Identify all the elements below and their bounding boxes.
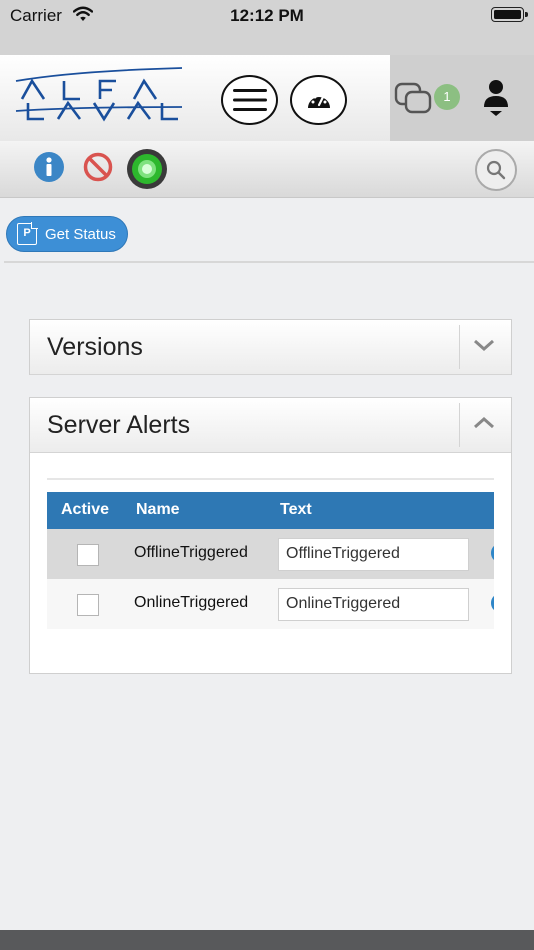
divider [459, 325, 460, 369]
pdf-document-icon: P [17, 222, 38, 245]
versions-title: Versions [47, 333, 143, 361]
active-checkbox[interactable] [77, 544, 99, 566]
dashboard-button[interactable] [290, 75, 347, 125]
status-ok-icon[interactable] [126, 148, 168, 195]
divider [4, 261, 534, 263]
speedometer-icon [307, 93, 330, 108]
notification-badge[interactable]: 1 [434, 84, 460, 110]
table-header: Active Name Text [47, 492, 494, 529]
divider [47, 478, 494, 480]
versions-panel-header[interactable]: Versions [30, 320, 511, 375]
info-icon[interactable] [33, 151, 65, 188]
alerts-table: Active Name Text OfflineTriggered Offlin… [47, 481, 494, 629]
server-alerts-panel: Server Alerts Active Name Text OfflineTr… [29, 397, 512, 674]
chevron-down-icon[interactable] [473, 337, 495, 358]
row-action-icon[interactable] [491, 595, 494, 611]
menu-button[interactable] [221, 75, 278, 125]
alert-text-field[interactable]: OnlineTriggered [278, 588, 469, 621]
hamburger-menu-icon [232, 89, 267, 111]
versions-panel: Versions [29, 319, 512, 375]
divider [459, 403, 460, 447]
alfa-laval-logo [14, 67, 184, 130]
toolbar [0, 141, 534, 198]
alert-name: OfflineTriggered [134, 544, 248, 561]
battery-icon [491, 7, 528, 22]
table-row: OfflineTriggered OfflineTriggered [47, 529, 494, 579]
chevron-up-icon[interactable] [473, 415, 495, 436]
search-button[interactable] [475, 149, 517, 191]
chat-bubbles-icon[interactable] [394, 82, 434, 121]
get-status-button[interactable]: P Get Status [6, 216, 128, 252]
column-header-name: Name [136, 501, 180, 518]
active-checkbox[interactable] [77, 594, 99, 616]
row-action-icon[interactable] [491, 545, 494, 561]
table-row: OnlineTriggered OnlineTriggered [47, 579, 494, 629]
search-icon [486, 160, 506, 180]
bottom-bar [0, 930, 534, 950]
status-bar: Carrier 12:12 PM [0, 0, 534, 55]
column-header-active: Active [61, 501, 110, 518]
get-status-label: Get Status [45, 225, 116, 243]
alert-text-field[interactable]: OfflineTriggered [278, 538, 469, 571]
user-icon[interactable] [481, 78, 511, 123]
app-header: 1 [0, 55, 534, 141]
status-time: 12:12 PM [230, 6, 304, 25]
server-alerts-panel-header[interactable]: Server Alerts [30, 398, 511, 453]
server-alerts-title: Server Alerts [47, 411, 191, 439]
column-header-text: Text [280, 501, 312, 518]
alert-name: OnlineTriggered [134, 594, 249, 611]
blocked-icon[interactable] [83, 152, 113, 187]
